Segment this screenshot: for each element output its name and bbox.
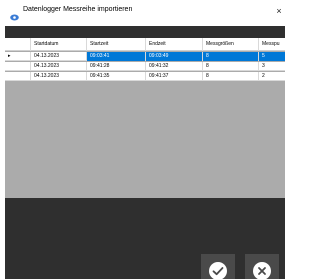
table-row[interactable]: 04.13.2023 09:41:28 09:41:32 8 3 [5, 62, 285, 71]
row-indicator[interactable] [5, 62, 31, 71]
confirm-button[interactable] [201, 254, 235, 279]
cell-startdatum[interactable]: 04.13.2023 [31, 72, 87, 81]
column-header-messpunkte[interactable]: Messpu [259, 38, 285, 51]
title-bar: Datenlogger Messreihe importieren × [0, 0, 286, 24]
import-dialog: Datenlogger Messreihe importieren × Star… [0, 0, 286, 279]
cell-messpunkte[interactable]: 2 [259, 72, 285, 81]
cell-startzeit[interactable]: 09:41:35 [87, 72, 146, 81]
window-title: Datenlogger Messreihe importieren [23, 6, 133, 13]
data-grid: Startdatum Startzeit Endzeit Messgrößen … [5, 38, 285, 198]
column-header-startzeit[interactable]: Startzeit [87, 38, 146, 51]
close-button[interactable]: × [274, 5, 284, 17]
column-header-endzeit[interactable]: Endzeit [146, 38, 203, 51]
grid-header: Startdatum Startzeit Endzeit Messgrößen … [5, 38, 285, 51]
header-corner [5, 38, 31, 51]
cell-startzeit[interactable]: 09:41:28 [87, 62, 146, 71]
table-row[interactable]: 04.13.2023 09:41:35 09:41:37 8 2 [5, 72, 285, 81]
cell-messgroessen[interactable]: 8 [203, 52, 259, 61]
cell-messgroessen[interactable]: 8 [203, 72, 259, 81]
cell-messpunkte[interactable]: 3 [259, 62, 285, 71]
column-header-messgroessen[interactable]: Messgrößen [203, 38, 259, 51]
cancel-button[interactable] [245, 254, 279, 279]
x-circle-icon [253, 262, 271, 279]
cell-startdatum[interactable]: 04.13.2023 [31, 62, 87, 71]
dialog-body: Startdatum Startzeit Endzeit Messgrößen … [5, 26, 285, 279]
cell-endzeit[interactable]: 09:41:32 [146, 62, 203, 71]
app-eye-icon [10, 8, 19, 21]
cell-startzeit[interactable]: 09:03:41 [87, 52, 146, 61]
cell-messpunkte[interactable]: 5 [259, 52, 285, 61]
row-indicator[interactable] [5, 72, 31, 81]
cell-messgroessen[interactable]: 8 [203, 62, 259, 71]
row-indicator[interactable]: ▸ [5, 52, 31, 61]
cell-endzeit[interactable]: 09:03:49 [146, 52, 203, 61]
cell-endzeit[interactable]: 09:41:37 [146, 72, 203, 81]
cell-startdatum[interactable]: 04.13.2023 [31, 52, 87, 61]
column-header-startdatum[interactable]: Startdatum [31, 38, 87, 51]
check-icon [209, 262, 227, 279]
table-row[interactable]: ▸ 04.13.2023 09:03:41 09:03:49 8 5 [5, 52, 285, 61]
